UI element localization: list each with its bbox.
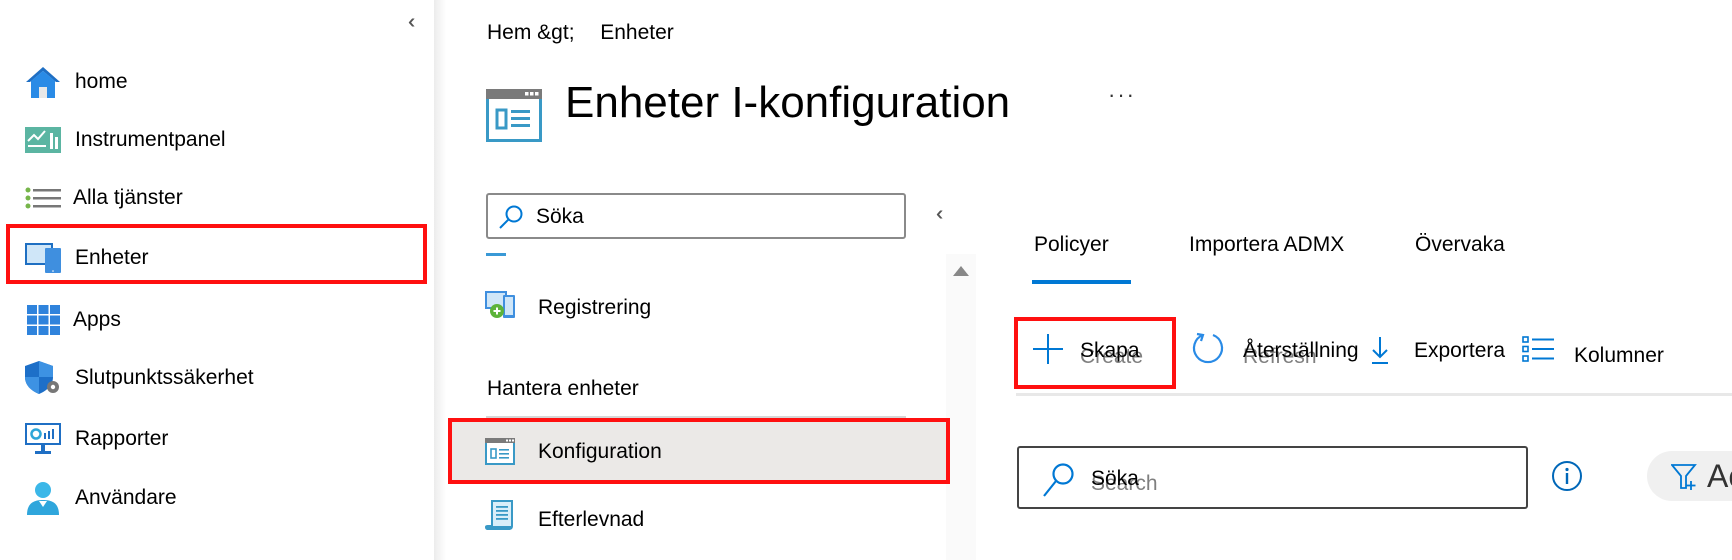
nav-item-label: Användare <box>75 486 177 509</box>
left-navigation: ‹‹ home Instrumentpanel Alla tjänster En… <box>0 0 434 560</box>
nav-item-label: home <box>75 70 128 93</box>
nav-item-enheter[interactable]: Enheter <box>0 233 434 283</box>
info-icon[interactable] <box>1551 460 1583 497</box>
toolbar-divider <box>1016 393 1732 396</box>
all-services-icon <box>25 180 61 216</box>
configuration-icon <box>485 438 515 470</box>
page-title: Enheter I-konfiguration <box>565 78 1011 127</box>
filter-icon <box>1670 463 1697 496</box>
submenu-item-efterlevnad[interactable]: Efterlevnad <box>448 488 948 550</box>
list-search-input[interactable]: Search Söka <box>1017 446 1528 509</box>
nav-item-label: Enheter <box>75 246 149 269</box>
reports-icon <box>25 421 61 457</box>
submenu-scrollbar[interactable] <box>946 254 976 560</box>
nav-item-home[interactable]: home <box>0 57 434 107</box>
nav-item-label: Instrumentpanel <box>75 128 226 151</box>
users-icon <box>25 480 61 516</box>
submenu-item-registrering[interactable]: Registrering <box>448 276 948 338</box>
columns-button[interactable]: Kolumner <box>1522 333 1664 369</box>
apps-icon <box>25 302 61 338</box>
nav-item-label: Apps <box>73 308 121 331</box>
tab-policyer[interactable]: Policyer <box>1034 233 1109 257</box>
section-header-hantera-enheter: Hantera enheter <box>487 377 639 400</box>
submenu-item-konfiguration[interactable]: Konfiguration <box>448 419 948 483</box>
export-button[interactable]: Exportera <box>1370 333 1505 369</box>
nav-item-label: Alla tjänster <box>73 186 183 209</box>
search-placeholder: Söka <box>536 205 584 228</box>
nav-item-rapporter[interactable]: Rapporter <box>0 414 434 464</box>
download-icon <box>1370 333 1390 370</box>
double-chevron-left-icon: ‹‹ <box>936 203 945 225</box>
tab-overvaka[interactable]: Övervaka <box>1415 233 1505 257</box>
compliance-icon <box>485 499 515 536</box>
nav-item-slutpunktssakerhet[interactable]: Slutpunktssäkerhet <box>0 353 434 403</box>
export-label: Exportera <box>1414 339 1506 362</box>
nav-item-apps[interactable]: Apps <box>0 295 434 345</box>
plus-icon <box>1032 333 1064 370</box>
create-button[interactable]: Create Skapa <box>1032 333 1143 370</box>
collapse-submenu-button[interactable]: ‹‹ <box>936 203 945 225</box>
endpoint-security-icon <box>25 360 61 396</box>
devices-icon <box>25 240 61 276</box>
enrollment-icon <box>485 291 515 324</box>
more-options-button[interactable]: ··· <box>1108 82 1136 108</box>
nav-item-anvandare[interactable]: Användare <box>0 473 434 523</box>
active-tab-indicator <box>1032 280 1131 284</box>
add-filter-label: Ac <box>1707 458 1732 494</box>
dashboard-icon <box>25 122 61 158</box>
breadcrumb-enheter[interactable]: Enheter <box>600 21 674 44</box>
search-icon <box>1041 462 1075 503</box>
nav-item-instrumentpanel[interactable]: Instrumentpanel <box>0 115 434 165</box>
breadcrumb: Hem &gt; Enheter <box>487 21 674 45</box>
nav-item-label: Rapporter <box>75 427 169 450</box>
tab-importera-admx[interactable]: Importera ADMX <box>1189 233 1344 257</box>
scroll-indicator <box>486 253 506 256</box>
create-label: Skapa <box>1080 339 1140 362</box>
columns-label: Kolumner <box>1574 344 1664 367</box>
refresh-label: Återställning <box>1243 339 1359 362</box>
breadcrumb-home[interactable]: Hem &gt; <box>487 21 575 44</box>
configuration-page-icon <box>486 89 542 147</box>
add-filter-button[interactable]: Ac <box>1647 451 1732 501</box>
nav-item-alla-tjanster[interactable]: Alla tjänster <box>0 173 434 223</box>
search-icon <box>498 204 524 235</box>
refresh-icon <box>1191 332 1225 371</box>
search-placeholder: Söka <box>1091 467 1139 490</box>
double-chevron-left-icon: ‹‹ <box>408 11 417 33</box>
submenu-item-label: Efterlevnad <box>538 508 645 531</box>
columns-icon <box>1522 335 1554 367</box>
collapse-nav-button[interactable]: ‹‹ <box>408 11 417 33</box>
home-icon <box>25 64 61 100</box>
submenu-search-input[interactable]: Söka <box>486 193 906 239</box>
nav-shadow <box>434 0 446 560</box>
submenu-item-label: Konfiguration <box>538 440 662 463</box>
nav-item-label: Slutpunktssäkerhet <box>75 366 254 389</box>
refresh-button[interactable]: Refresh Återställning <box>1191 332 1359 371</box>
submenu-item-label: Registrering <box>538 296 652 319</box>
scroll-up-arrow-icon[interactable] <box>953 266 969 276</box>
